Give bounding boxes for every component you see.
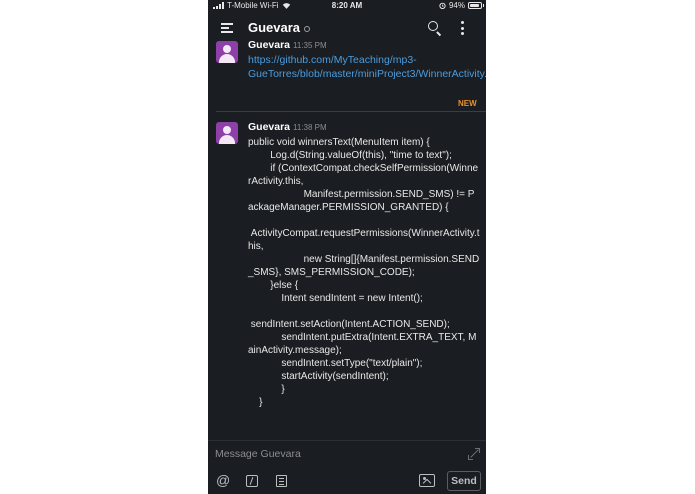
status-bar: T-Mobile Wi-Fi 8:20 AM 94% bbox=[208, 0, 486, 12]
slack-app-screen: T-Mobile Wi-Fi 8:20 AM 94% Guevara Gueva… bbox=[208, 0, 486, 494]
presence-away-icon bbox=[304, 25, 311, 32]
mention-icon[interactable]: @ bbox=[216, 472, 230, 488]
menu-icon[interactable] bbox=[221, 23, 233, 33]
message-link[interactable]: https://github.com/MyTeaching/mp3-GueTor… bbox=[248, 53, 486, 81]
alarm-icon bbox=[439, 2, 446, 9]
new-messages-divider bbox=[216, 111, 486, 112]
code-line: public void winnersText(MenuItem item) { bbox=[248, 137, 430, 148]
conversation-title[interactable]: Guevara bbox=[248, 20, 311, 35]
message-header: Guevara 11:38 PM bbox=[248, 121, 327, 133]
code-line: sendIntent.putExtra(Intent.EXTRA_TEXT, M… bbox=[248, 332, 477, 356]
code-line: startActivity(sendIntent); bbox=[248, 371, 389, 382]
code-line: }else { bbox=[248, 280, 299, 291]
expand-composer-icon[interactable] bbox=[468, 448, 480, 460]
conversation-title-text: Guevara bbox=[248, 20, 301, 35]
battery-percent: 94% bbox=[448, 1, 465, 10]
sender-name[interactable]: Guevara bbox=[248, 121, 290, 133]
message-timestamp: 11:38 PM bbox=[293, 123, 327, 132]
search-icon[interactable] bbox=[427, 20, 443, 36]
message-input[interactable] bbox=[215, 446, 455, 462]
code-line: sendIntent.setAction(Intent.ACTION_SEND)… bbox=[248, 319, 450, 330]
message-composer: @ Send bbox=[208, 440, 486, 494]
attach-file-icon[interactable] bbox=[276, 475, 287, 487]
avatar[interactable] bbox=[216, 41, 238, 63]
message-body: public void winnersText(MenuItem item) {… bbox=[248, 136, 480, 409]
message-timestamp: 11:35 PM bbox=[293, 41, 327, 50]
code-line: if (ContextCompat.checkSelfPermission(Wi… bbox=[248, 163, 479, 187]
message-header: Guevara 11:35 PM bbox=[248, 39, 327, 51]
code-line: ActivityCompat.requestPermissions(Winner… bbox=[248, 228, 480, 252]
sender-name[interactable]: Guevara bbox=[248, 39, 290, 51]
code-line: new String[]{Manifest.permission.SEND_SM… bbox=[248, 254, 480, 278]
code-line: } bbox=[248, 384, 285, 395]
battery-icon bbox=[468, 2, 484, 9]
new-messages-badge: NEW bbox=[458, 99, 477, 108]
image-upload-icon[interactable] bbox=[419, 474, 435, 488]
avatar[interactable] bbox=[216, 122, 238, 144]
more-options-icon[interactable] bbox=[458, 21, 466, 35]
code-line: } bbox=[248, 397, 263, 408]
slash-command-icon[interactable] bbox=[246, 475, 258, 487]
code-line: Intent sendIntent = new Intent(); bbox=[248, 293, 423, 304]
code-line: sendIntent.setType("text/plain"); bbox=[248, 358, 423, 369]
code-line: Manifest.permission.SEND_SMS) != Package… bbox=[248, 189, 475, 213]
send-button[interactable]: Send bbox=[447, 471, 481, 491]
code-line: Log.d(String.valueOf(this), "time to tex… bbox=[248, 150, 452, 161]
